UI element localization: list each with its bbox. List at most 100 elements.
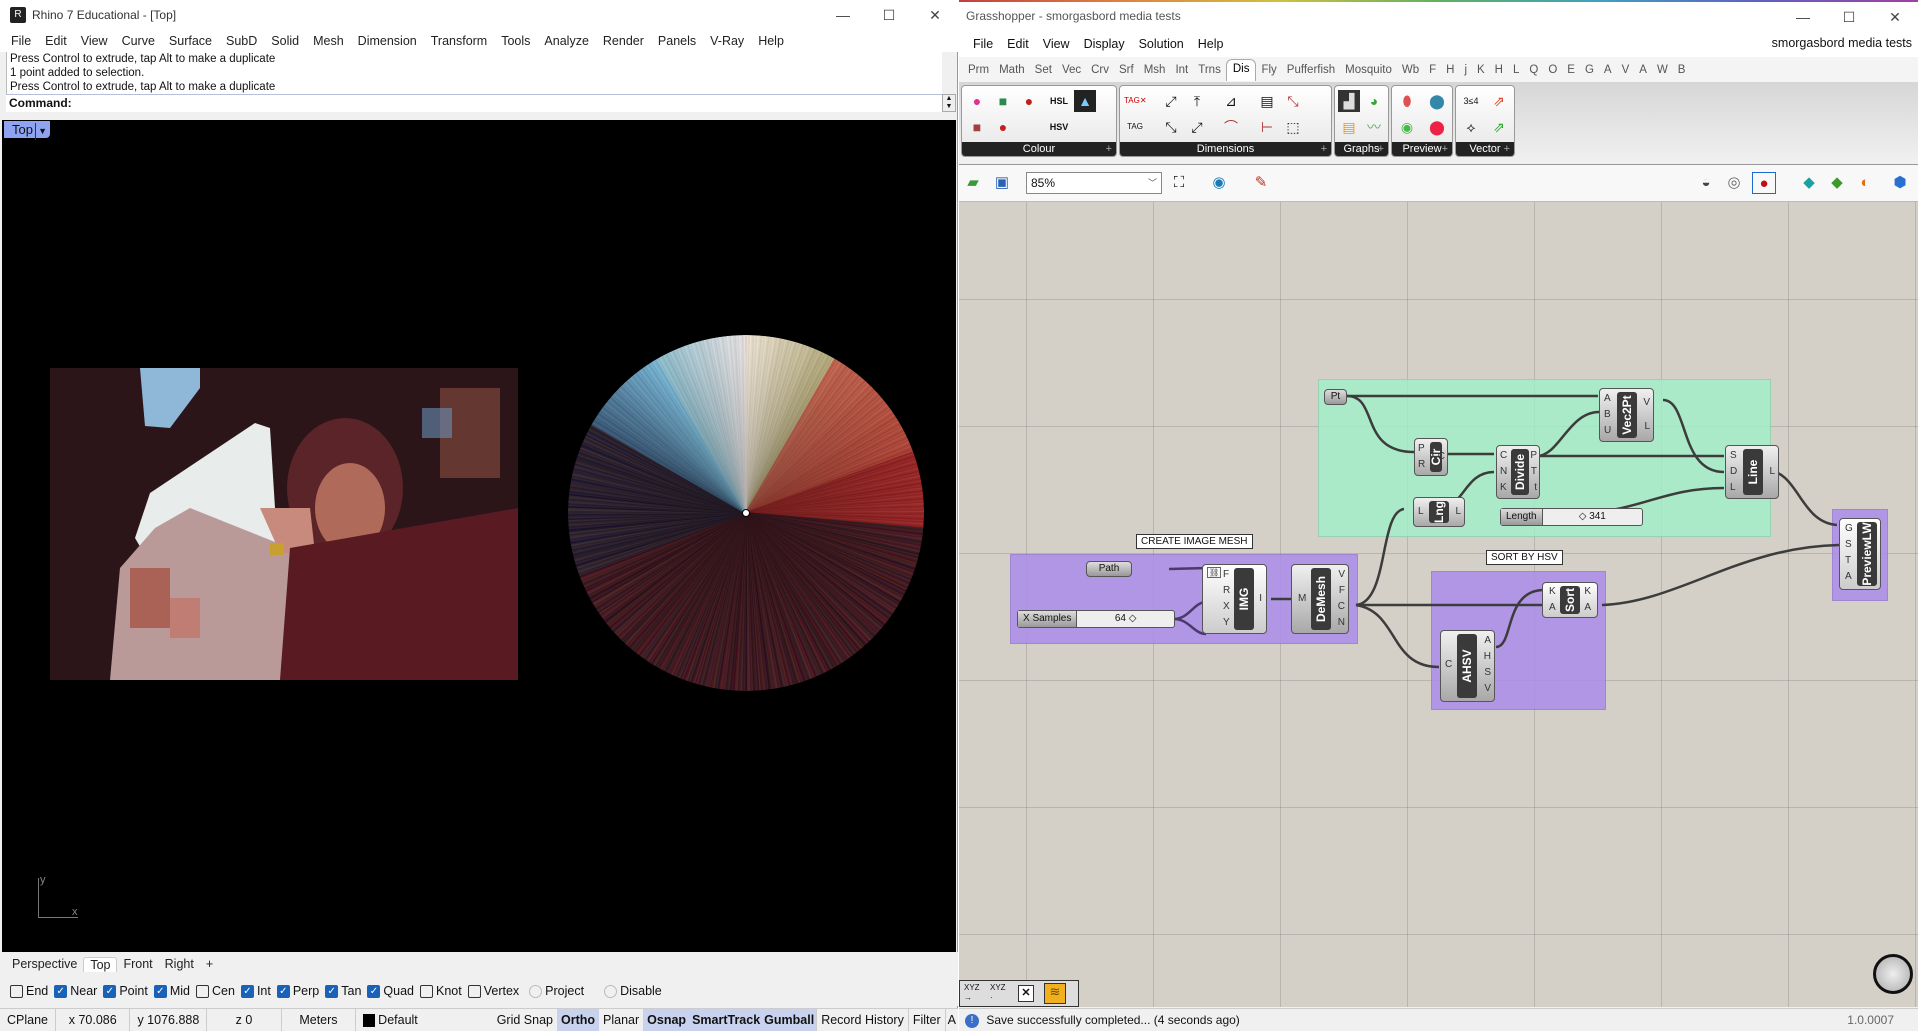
- sketch-pencil-icon[interactable]: ✎: [1249, 172, 1273, 194]
- gh-tab-a[interactable]: A: [1599, 64, 1617, 76]
- menu-edit[interactable]: Edit: [38, 34, 74, 48]
- add-viewport-icon[interactable]: +: [200, 957, 219, 971]
- gh-tab-a[interactable]: A: [1634, 64, 1652, 76]
- gh-tab-vec[interactable]: Vec: [1057, 64, 1086, 76]
- sort-component[interactable]: K A Sort K A: [1542, 582, 1598, 618]
- colour-wheel-icon[interactable]: ●: [966, 90, 988, 112]
- checkbox-checked[interactable]: ✓: [103, 984, 117, 998]
- checkbox-checked[interactable]: ✓: [54, 984, 68, 998]
- menu-view[interactable]: View: [1036, 37, 1077, 51]
- toggle-ortho[interactable]: Ortho: [556, 1009, 600, 1031]
- ahsv-component[interactable]: C AHSV A H S V: [1440, 630, 1495, 702]
- menu-help[interactable]: Help: [1191, 37, 1231, 51]
- rgb-cube-icon[interactable]: ■: [966, 116, 988, 138]
- menu-edit[interactable]: Edit: [1000, 37, 1036, 51]
- gh-tab-v[interactable]: V: [1617, 64, 1635, 76]
- menu-tools[interactable]: Tools: [494, 34, 537, 48]
- zoom-level-dropdown[interactable]: 85% ﹀: [1026, 172, 1162, 194]
- create-material-icon[interactable]: ◉: [1396, 116, 1418, 138]
- prism-icon[interactable]: ▲: [1074, 90, 1096, 112]
- arc-dim-icon[interactable]: ⌒: [1220, 116, 1242, 138]
- osnap-perp[interactable]: ✓ Perp: [276, 984, 319, 998]
- ribbon-label[interactable]: Graphs: [1335, 142, 1388, 156]
- zoom-extents-icon[interactable]: ⛶: [1167, 172, 1191, 194]
- center-point[interactable]: [742, 509, 750, 517]
- menu-solid[interactable]: Solid: [264, 34, 306, 48]
- preview-mesh-icon[interactable]: ◆: [1825, 172, 1849, 194]
- selected-only-preview-icon[interactable]: ◆: [1797, 172, 1821, 194]
- menu-file[interactable]: File: [966, 37, 1000, 51]
- osnap-near[interactable]: ✓ Near: [54, 984, 97, 998]
- checkbox-checked[interactable]: ✓: [153, 984, 167, 998]
- gh-tab-o[interactable]: O: [1543, 64, 1562, 76]
- minimize-button[interactable]: —: [820, 0, 866, 30]
- gh-tab-l[interactable]: L: [1508, 64, 1524, 76]
- minimize-button[interactable]: —: [1780, 2, 1826, 32]
- toggle-gumball[interactable]: Gumball: [762, 1009, 818, 1031]
- radio[interactable]: [604, 984, 618, 998]
- osnap-quad[interactable]: ✓ Quad: [367, 984, 414, 998]
- gh-tab-b[interactable]: B: [1673, 64, 1691, 76]
- dot-display-icon[interactable]: ⬤: [1426, 116, 1448, 138]
- document-preview-settings-icon[interactable]: ◐: [1853, 172, 1877, 194]
- marker-dim-icon[interactable]: ⬚: [1282, 116, 1304, 138]
- menu-file[interactable]: File: [4, 34, 38, 48]
- xyz-point-icon[interactable]: XYZ ·: [990, 983, 1006, 1003]
- units-label[interactable]: Meters: [282, 1009, 357, 1031]
- gh-tab-h[interactable]: H: [1490, 64, 1508, 76]
- command-prompt[interactable]: Command:: [6, 94, 942, 112]
- checkbox-checked[interactable]: ✓: [367, 984, 381, 998]
- maximize-button[interactable]: ☐: [866, 0, 912, 30]
- line-component[interactable]: S D L Line L: [1725, 445, 1779, 499]
- gh-tab-dis[interactable]: Dis: [1225, 58, 1257, 81]
- wire[interactable]: [1355, 507, 1405, 607]
- previewlw-component[interactable]: G S T A PreviewLW: [1839, 518, 1881, 590]
- gh-tab-f[interactable]: F: [1424, 64, 1441, 76]
- x-samples-slider[interactable]: X Samples 64 ◇: [1017, 610, 1175, 628]
- length-slider[interactable]: Length ◇ 341: [1500, 508, 1643, 526]
- wire[interactable]: [1601, 543, 1840, 607]
- wire[interactable]: [1355, 603, 1440, 669]
- checkbox[interactable]: [10, 984, 23, 998]
- legend-icon[interactable]: ▤: [1338, 116, 1360, 138]
- gh-tab-prm[interactable]: Prm: [963, 64, 994, 76]
- red-sphere-icon[interactable]: ●: [1018, 90, 1040, 112]
- gh-tab-srf[interactable]: Srf: [1114, 64, 1139, 76]
- close-button[interactable]: ✕: [1872, 2, 1918, 32]
- deconstruct-mesh-component[interactable]: M DeMesh V F C N: [1291, 564, 1349, 634]
- preview-eye-icon[interactable]: ◉: [1207, 172, 1231, 194]
- slider-value[interactable]: 64 ◇: [1077, 611, 1174, 627]
- graph-mapper-icon[interactable]: 〰: [1363, 116, 1385, 138]
- checkbox[interactable]: [196, 984, 209, 998]
- chevron-down-icon[interactable]: ▼: [35, 123, 47, 140]
- osnap-point[interactable]: ✓ Point: [103, 984, 148, 998]
- clear-x-icon[interactable]: ✕: [1018, 985, 1034, 1002]
- gh-tab-msh[interactable]: Msh: [1139, 64, 1171, 76]
- checkbox-checked[interactable]: ✓: [325, 984, 339, 998]
- image-component[interactable]: ⛓ F R X Y IMG I: [1202, 564, 1267, 634]
- pt-param[interactable]: Pt: [1324, 389, 1347, 405]
- menu-dimension[interactable]: Dimension: [351, 34, 424, 48]
- toggle-autohide[interactable]: A: [946, 1009, 958, 1031]
- menu-subd[interactable]: SubD: [219, 34, 264, 48]
- radio[interactable]: [529, 984, 543, 998]
- gh-tab-wb[interactable]: Wb: [1397, 64, 1424, 76]
- wire[interactable]: [1495, 588, 1545, 649]
- tag-icon[interactable]: TAG: [1124, 116, 1146, 138]
- tab-top[interactable]: Top: [83, 956, 118, 972]
- osnap-project[interactable]: Project: [529, 984, 584, 998]
- osnap-tan[interactable]: ✓ Tan: [325, 984, 361, 998]
- path-param[interactable]: Path: [1086, 561, 1132, 577]
- maximize-button[interactable]: ☐: [1826, 2, 1872, 32]
- gh-tab-crv[interactable]: Crv: [1086, 64, 1114, 76]
- shaded-preview-icon[interactable]: ●: [1752, 172, 1776, 194]
- gh-tab-e[interactable]: E: [1562, 64, 1580, 76]
- angular-dim-icon[interactable]: ⊿: [1220, 90, 1242, 112]
- histogram-icon[interactable]: ▟: [1338, 90, 1360, 112]
- tab-front[interactable]: Front: [117, 957, 158, 971]
- point-list-icon[interactable]: 3≤4: [1460, 90, 1482, 112]
- gh-tab-q[interactable]: Q: [1524, 64, 1543, 76]
- cplane-label[interactable]: CPlane: [0, 1009, 56, 1031]
- gh-tab-math[interactable]: Math: [994, 64, 1030, 76]
- toggle-record-history[interactable]: Record History: [817, 1009, 909, 1031]
